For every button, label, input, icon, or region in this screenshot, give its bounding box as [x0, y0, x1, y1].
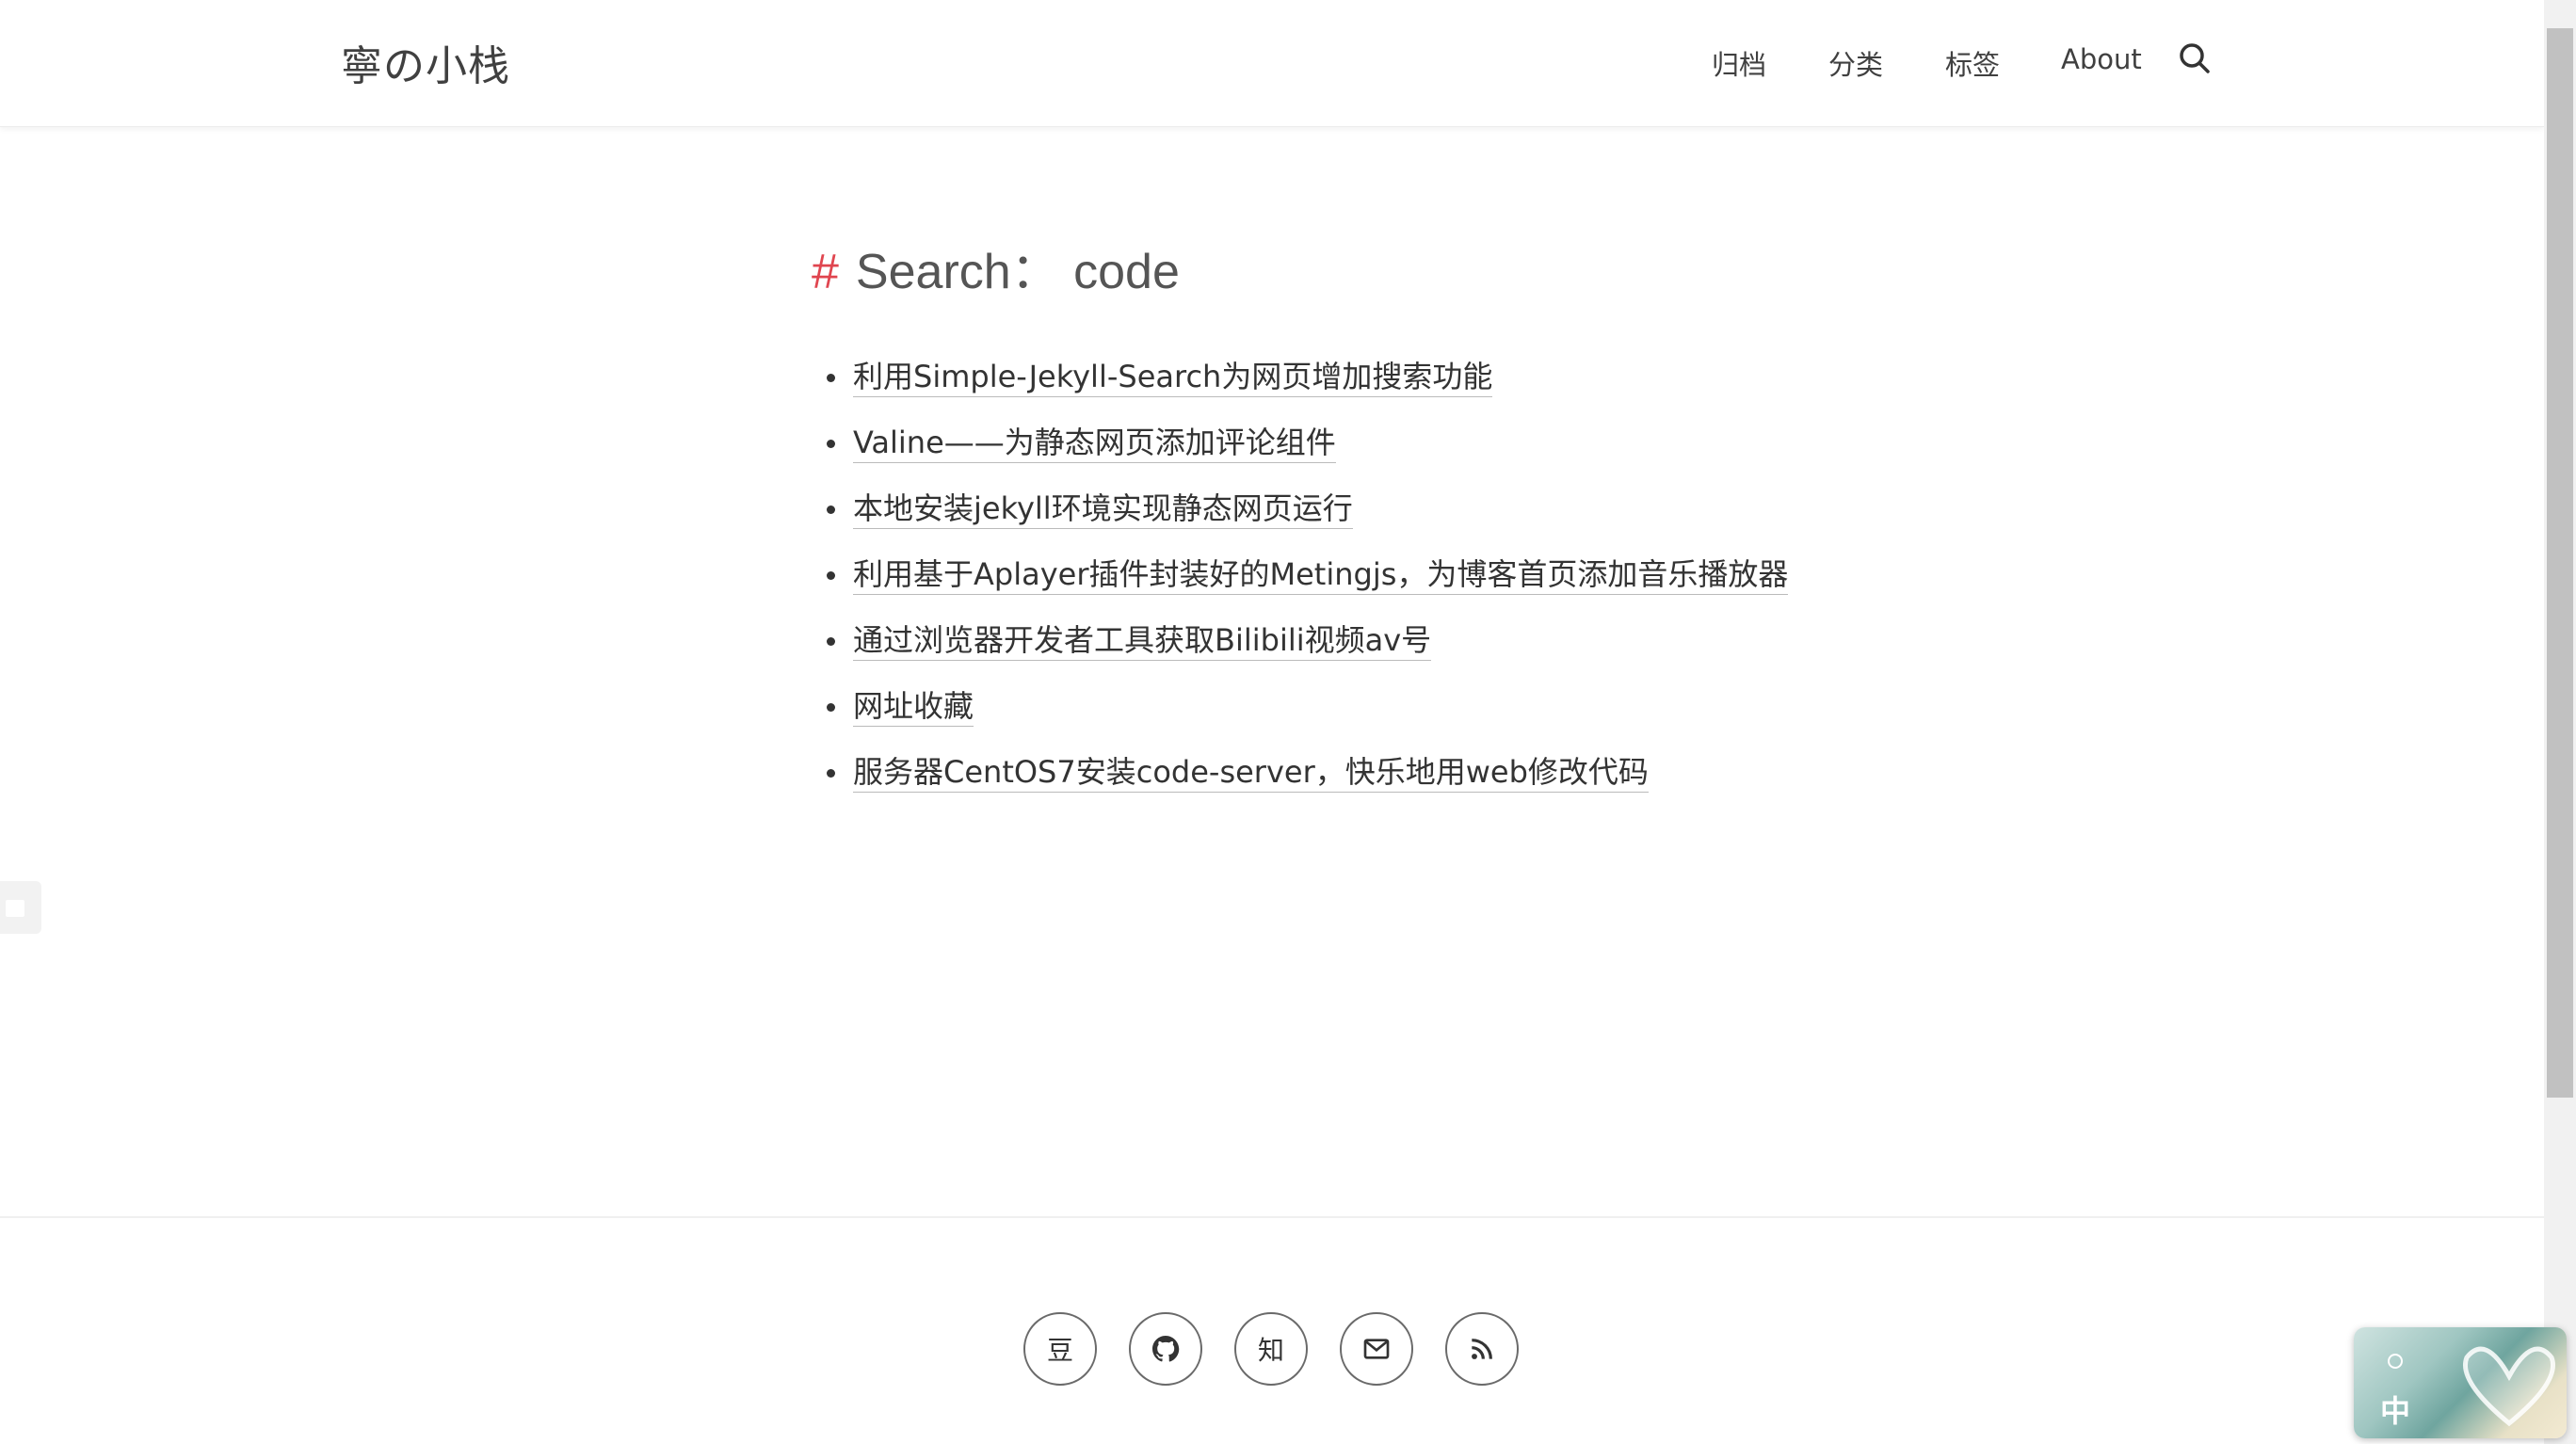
heart-icon — [2463, 1346, 2555, 1427]
nav-categories[interactable]: 分类 — [1828, 43, 1883, 83]
ime-dot-icon — [2388, 1354, 2403, 1369]
github-icon[interactable] — [1129, 1312, 1202, 1386]
list-item: 服务器CentOS7安装code-server，快乐地用web修改代码 — [826, 744, 1788, 810]
search-icon[interactable] — [2178, 41, 2212, 75]
page-scrollbar[interactable] — [2544, 0, 2576, 1444]
title-hash: # — [812, 245, 839, 299]
list-item: 网址收藏 — [826, 678, 1788, 744]
site-header: 寧の小栈 归档 分类 标签 About — [0, 0, 2544, 127]
result-link[interactable]: Valine——为静态网页添加评论组件 — [853, 425, 1336, 463]
result-link[interactable]: 网址收藏 — [853, 688, 974, 727]
mail-icon[interactable] — [1340, 1312, 1413, 1386]
ime-widget[interactable]: 中 — [2354, 1327, 2567, 1438]
side-widget-tab[interactable] — [0, 881, 41, 934]
search-title-text: Search： code — [855, 245, 1180, 299]
result-link[interactable]: 本地安装jekyll环境实现静态网页运行 — [853, 490, 1353, 529]
scrollbar-thumb[interactable] — [2547, 28, 2573, 1098]
zhihu-icon[interactable]: 知 — [1234, 1312, 1308, 1386]
douban-label: 豆 — [1046, 1335, 1073, 1366]
list-item: 利用Simple-Jekyll-Search为网页增加搜索功能 — [826, 348, 1788, 414]
nav-archive[interactable]: 归档 — [1712, 43, 1766, 83]
search-results-list: 利用Simple-Jekyll-Search为网页增加搜索功能 Valine——… — [826, 348, 1789, 810]
result-link[interactable]: 利用基于Aplayer插件封装好的Metingjs，为博客首页添加音乐播放器 — [853, 556, 1789, 595]
list-item: 利用基于Aplayer插件封装好的Metingjs，为博客首页添加音乐播放器 — [826, 546, 1789, 612]
list-item: 本地安装jekyll环境实现静态网页运行 — [826, 480, 1788, 546]
ime-mode-label: 中 — [2380, 1393, 2411, 1429]
result-link[interactable]: 利用Simple-Jekyll-Search为网页增加搜索功能 — [853, 359, 1493, 397]
page-title: # Search： code — [812, 232, 1180, 302]
result-link[interactable]: 通过浏览器开发者工具获取Bilibili视频av号 — [853, 622, 1432, 661]
result-link[interactable]: 服务器CentOS7安装code-server，快乐地用web修改代码 — [853, 754, 1649, 793]
nav-tags[interactable]: 标签 — [1945, 43, 2000, 83]
list-item: 通过浏览器开发者工具获取Bilibili视频av号 — [826, 612, 1788, 678]
nav-about[interactable]: About — [2061, 43, 2142, 75]
douban-icon[interactable]: 豆 — [1023, 1312, 1097, 1386]
list-item: Valine——为静态网页添加评论组件 — [826, 414, 1788, 480]
site-logo[interactable]: 寧の小栈 — [341, 32, 510, 92]
rss-icon[interactable] — [1445, 1312, 1519, 1386]
zhihu-label: 知 — [1257, 1335, 1284, 1366]
